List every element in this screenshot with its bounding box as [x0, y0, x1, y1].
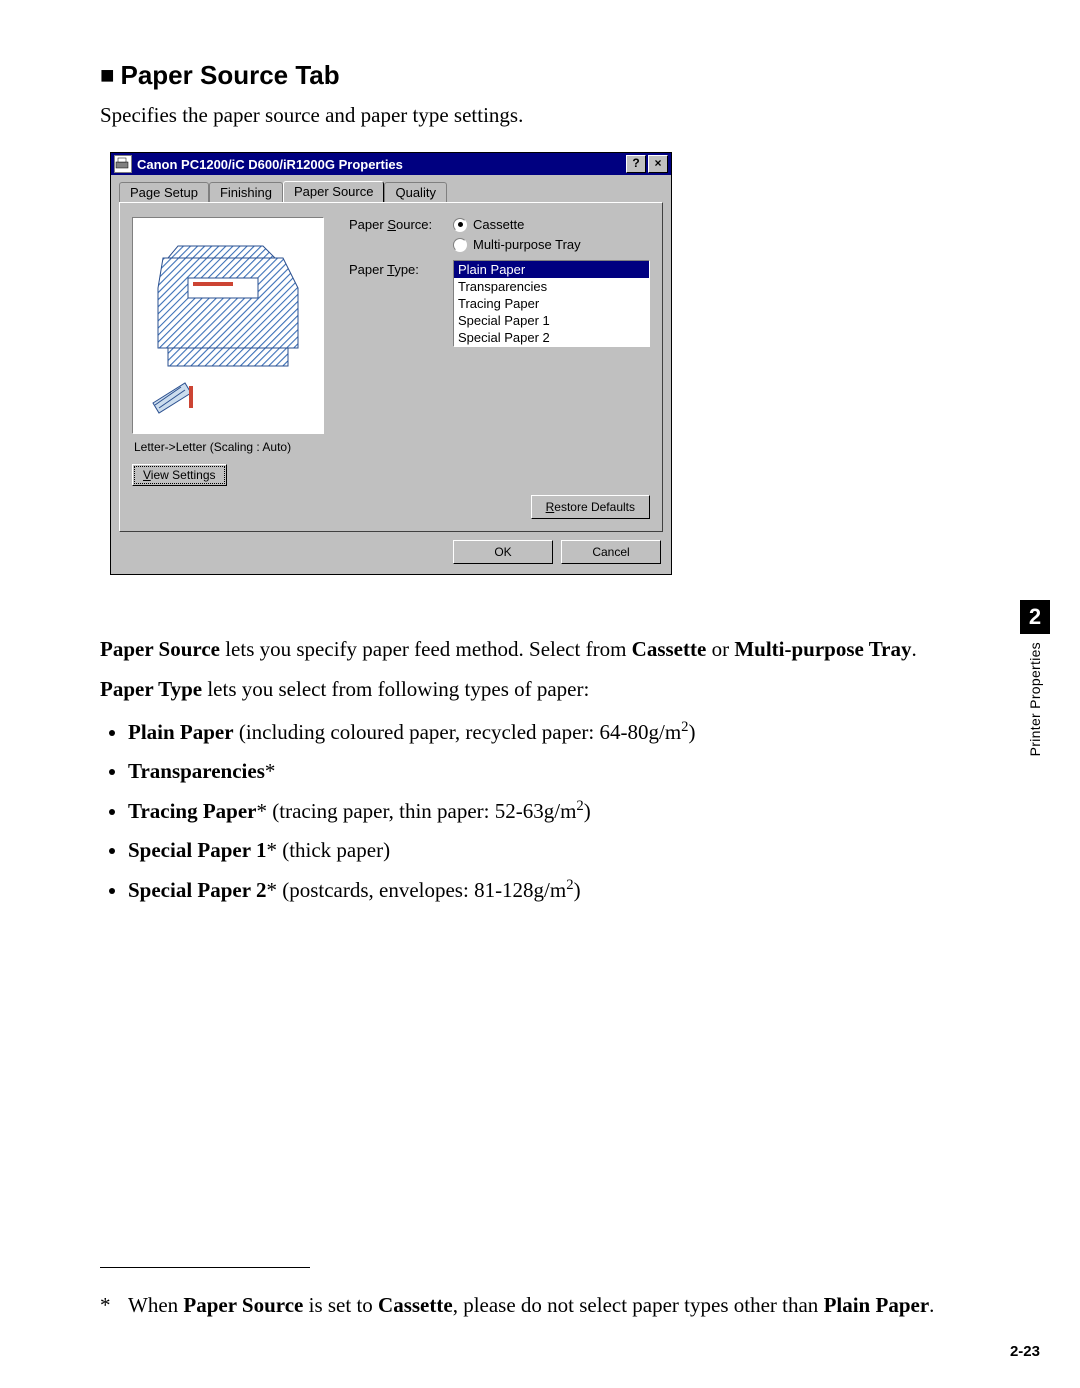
scaling-text: Letter->Letter (Scaling : Auto) — [134, 440, 335, 454]
list-item: Special Paper 1* (thick paper) — [128, 834, 980, 868]
tab-panel: Letter->Letter (Scaling : Auto) View Set… — [119, 202, 663, 532]
paper-type-listbox[interactable]: Plain Paper Transparencies Tracing Paper… — [453, 260, 650, 347]
list-item[interactable]: Special Paper 1 — [454, 312, 649, 329]
help-button[interactable]: ? — [626, 155, 646, 173]
page-number: 2-23 — [1010, 1343, 1040, 1360]
list-item: Tracing Paper* (tracing paper, thin pape… — [128, 795, 980, 829]
dialog-titlebar: Canon PC1200/iC D600/iR1200G Properties … — [111, 153, 671, 175]
close-button[interactable]: × — [648, 155, 668, 173]
tab-finishing[interactable]: Finishing — [209, 182, 283, 203]
radio-cassette-label: Cassette — [473, 217, 524, 232]
footnote-text: When Paper Source is set to Cassette, pl… — [128, 1293, 934, 1318]
footnote-rule — [100, 1267, 310, 1268]
side-thumb-tab: 2 Printer Properties — [1020, 600, 1050, 756]
tab-strip: Page Setup Finishing Paper Source Qualit… — [111, 175, 671, 202]
chapter-badge: 2 — [1020, 600, 1050, 634]
chapter-label: Printer Properties — [1027, 642, 1043, 756]
intro-text: Specifies the paper source and paper typ… — [100, 103, 980, 128]
radio-cassette[interactable]: Cassette — [453, 217, 650, 232]
view-settings-button[interactable]: View Settings — [132, 464, 227, 486]
list-item[interactable]: Plain Paper — [454, 261, 649, 278]
footnote-marker: * — [100, 1293, 118, 1318]
list-item[interactable]: Transparencies — [454, 278, 649, 295]
list-item: Plain Paper (including coloured paper, r… — [128, 716, 980, 750]
radio-icon — [453, 238, 467, 252]
list-item: Transparencies* — [128, 755, 980, 789]
tab-page-setup[interactable]: Page Setup — [119, 182, 209, 203]
ok-button[interactable]: OK — [453, 540, 553, 564]
paper-source-label: Paper Source: — [349, 217, 439, 232]
section-heading: ■Paper Source Tab — [100, 60, 980, 91]
cancel-button[interactable]: Cancel — [561, 540, 661, 564]
tab-paper-source[interactable]: Paper Source — [283, 181, 385, 202]
view-settings-mnemonic: V — [143, 468, 151, 482]
heading-text: Paper Source Tab — [121, 60, 340, 90]
heading-bullet-icon: ■ — [100, 62, 115, 89]
printer-preview — [132, 217, 324, 434]
paragraph: Paper Type lets you select from followin… — [100, 675, 980, 703]
list-item[interactable]: Tracing Paper — [454, 295, 649, 312]
paper-type-label: Paper Type: — [349, 262, 439, 277]
list-item[interactable]: Special Paper 2 — [454, 329, 649, 346]
paragraph: Paper Source lets you specify paper feed… — [100, 635, 980, 663]
footnote: * When Paper Source is set to Cassette, … — [100, 1293, 934, 1318]
body-text: Paper Source lets you specify paper feed… — [100, 635, 980, 908]
radio-multi-label: Multi-purpose Tray — [473, 237, 581, 252]
restore-label: estore Defaults — [554, 500, 635, 514]
dialog-title: Canon PC1200/iC D600/iR1200G Properties — [137, 157, 403, 172]
radio-icon — [453, 218, 467, 232]
restore-mnemonic: R — [546, 500, 555, 514]
radio-multi-purpose-tray[interactable]: Multi-purpose Tray — [453, 237, 650, 252]
list-item: Special Paper 2* (postcards, envelopes: … — [128, 874, 980, 908]
view-settings-label: iew Settings — [151, 468, 216, 482]
tab-quality[interactable]: Quality — [384, 182, 446, 203]
properties-dialog: Canon PC1200/iC D600/iR1200G Properties … — [110, 152, 672, 575]
restore-defaults-button[interactable]: Restore Defaults — [531, 495, 650, 519]
app-icon — [114, 155, 132, 173]
